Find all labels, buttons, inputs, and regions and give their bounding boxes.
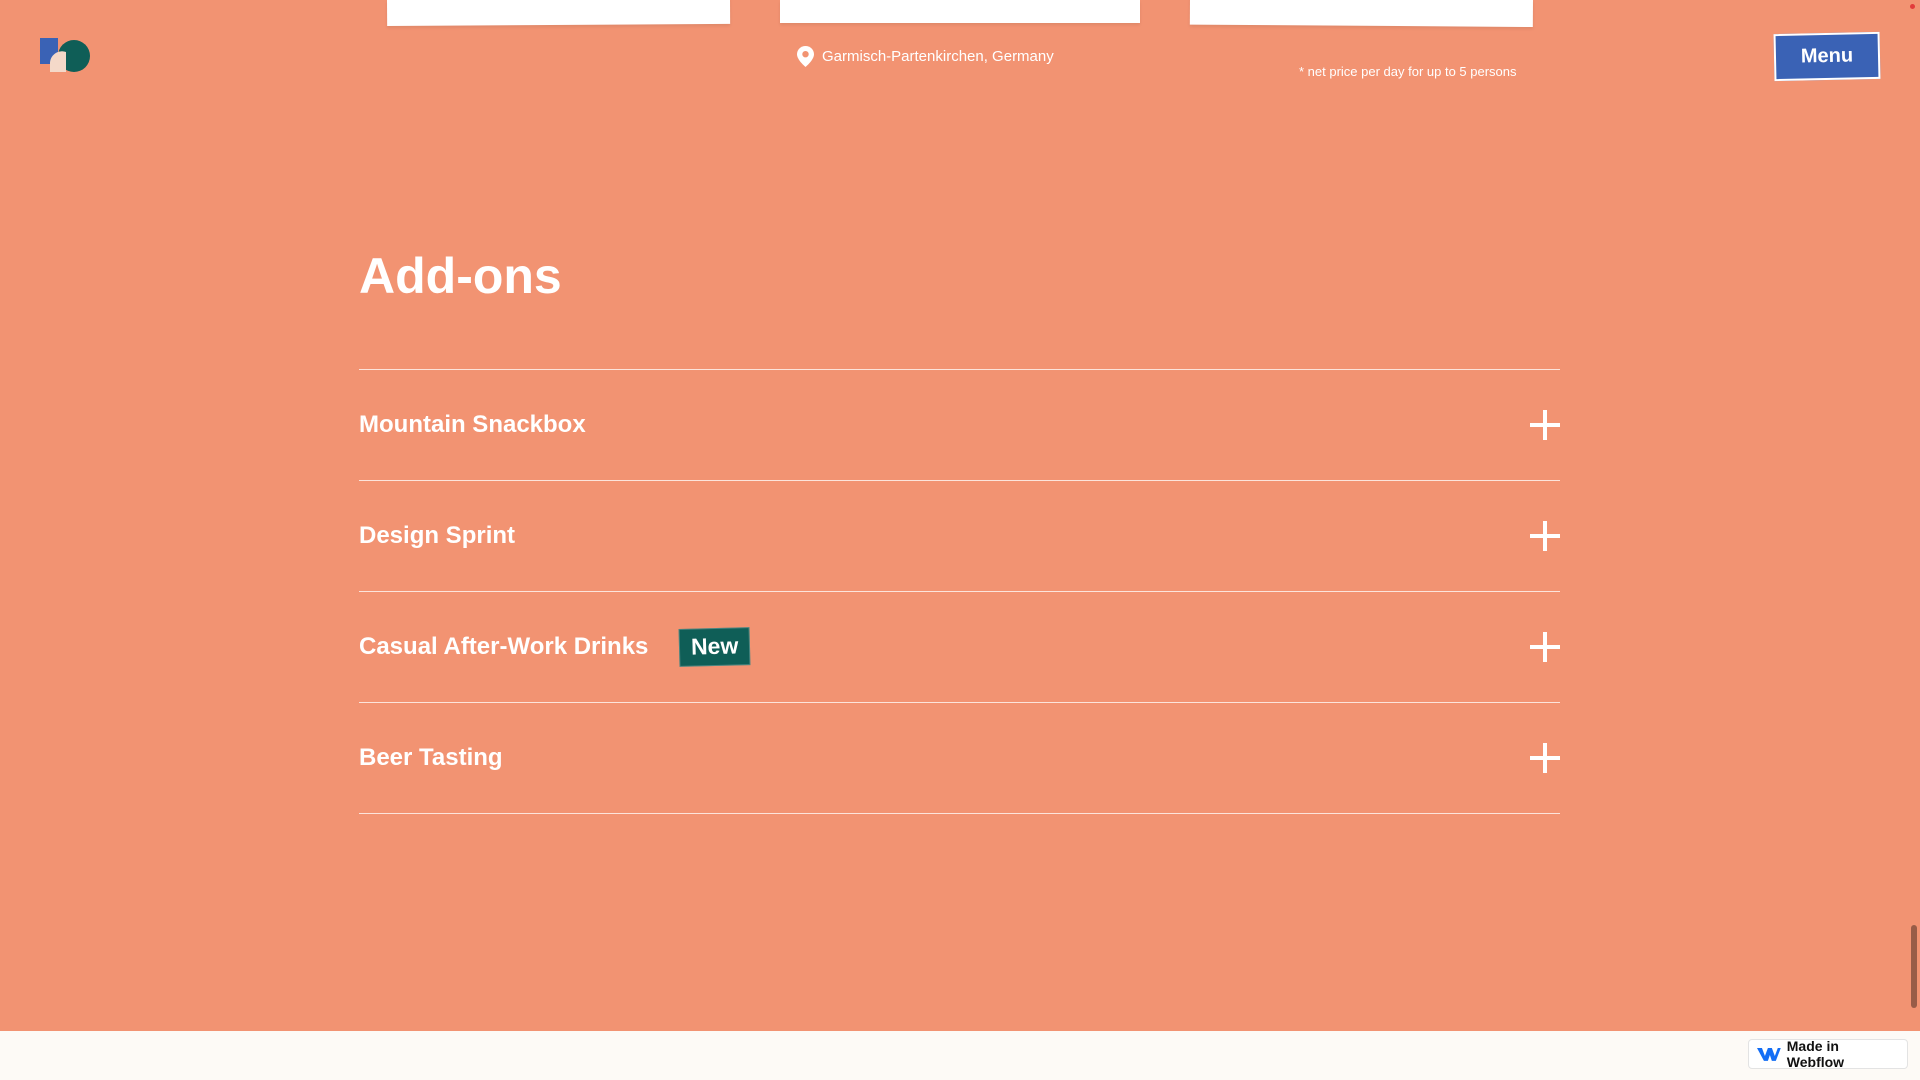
plus-icon[interactable] [1530,632,1560,662]
map-pin-icon [797,46,814,67]
location: Garmisch-Partenkirchen, Germany [797,46,1054,67]
page: Garmisch-Partenkirchen, Germany * net pr… [0,0,1920,1080]
plus-icon[interactable] [1530,743,1560,773]
new-badge: New [678,627,752,667]
section-title: Add-ons [359,248,562,304]
accordion-item-beer-tasting[interactable]: Beer Tasting [359,703,1560,814]
accordion-item-title: Mountain Snackbox [359,411,586,438]
webflow-badge-label: Made in Webflow [1786,1038,1845,1070]
plus-icon[interactable] [1530,521,1560,551]
status-dot [1910,4,1915,9]
made-in-webflow-badge[interactable]: Made in Webflow [1748,1038,1908,1070]
menu-button[interactable]: Menu [1773,31,1881,82]
bottom-bar [0,1031,1920,1080]
accordion-item-title: Casual After-Work Drinks [359,633,649,660]
location-text: Garmisch-Partenkirchen, Germany [822,48,1054,65]
accordion-item-casual-after-work-drinks[interactable]: Casual After-Work Drinks New [359,592,1560,703]
price-note: * net price per day for up to 5 persons [1299,64,1517,79]
accordion-item-title: Design Sprint [359,522,516,549]
accordion-item-title: Beer Tasting [359,744,503,771]
webflow-icon [1757,1048,1781,1061]
addons-accordion: Mountain Snackbox Design Sprint Casual A… [359,369,1560,814]
price-card-bottom-edge [1189,0,1533,27]
accordion-item-design-sprint[interactable]: Design Sprint [359,481,1560,592]
price-card-bottom-edge [387,0,731,26]
accordion-item-mountain-snackbox[interactable]: Mountain Snackbox [359,370,1560,481]
plus-icon[interactable] [1530,410,1560,440]
brand-logo[interactable] [40,38,92,74]
price-card-bottom-edge [780,0,1140,23]
scrollbar-thumb[interactable] [1911,925,1917,1008]
